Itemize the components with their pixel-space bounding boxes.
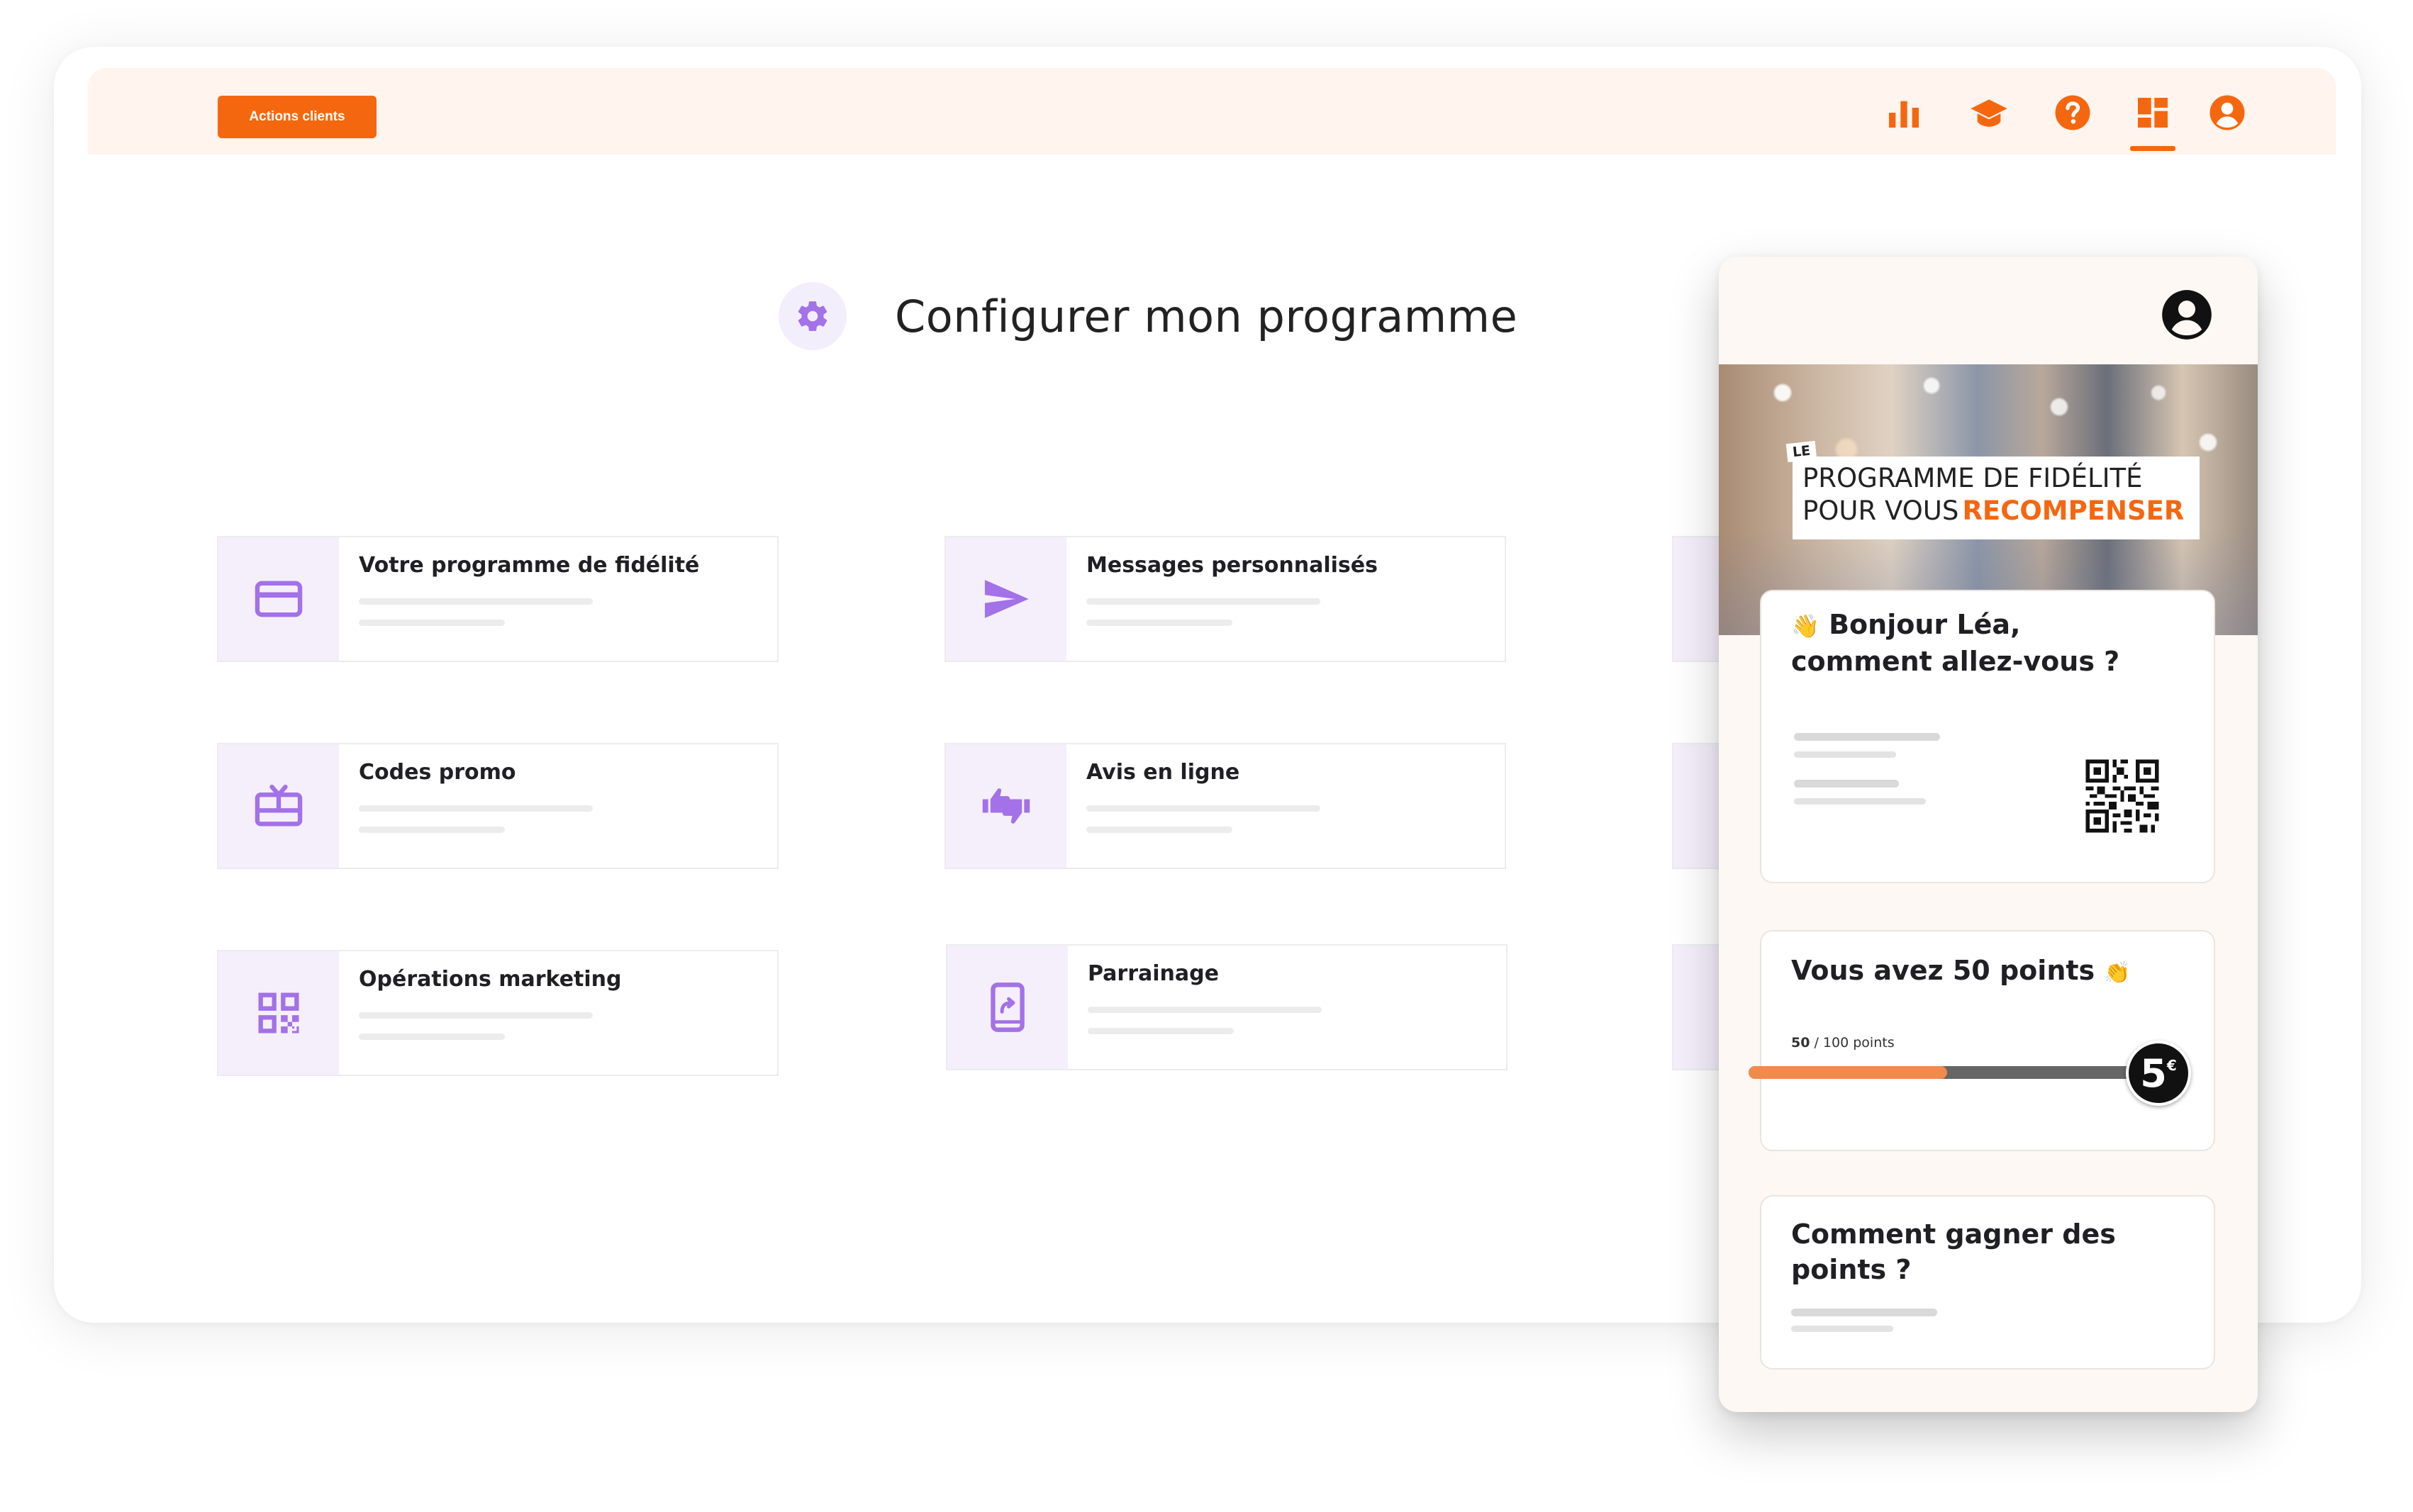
placeholder-line [359,827,505,833]
placeholder-line [1088,1028,1234,1034]
placeholder-line [359,620,505,626]
card-label: Votre programme de fidélité [359,553,700,578]
graduation-cap-icon[interactable] [1967,91,2011,135]
placeholder-line [359,1034,505,1040]
placeholder-line [1086,598,1320,605]
greeting-card: 👋 Bonjour Léa, comment allez-vous ? [1760,590,2215,883]
placeholder-line [1086,827,1232,833]
clap-emoji: 👏 [2104,961,2131,985]
qr-code-icon[interactable] [2082,756,2163,836]
placeholder-line [359,1012,593,1019]
card-loyalty-program[interactable]: Votre programme de fidélité [217,536,779,662]
help-icon[interactable] [2051,91,2095,135]
card-marketing-operations[interactable]: Opérations marketing [217,950,779,1076]
settings-gear-icon [779,282,847,350]
wave-emoji: 👋 [1791,612,1819,639]
placeholder-line [1088,1007,1322,1013]
thumbs-up-down-icon [982,788,1030,824]
card-online-reviews[interactable]: Avis en ligne [944,743,1506,869]
placeholder-line [359,598,593,605]
earn-title-line1: Comment gagner des [1791,1219,2116,1250]
bar-chart-icon[interactable] [1882,91,1926,135]
points-progress-fill [1749,1066,1947,1079]
placeholder-line [1794,733,1940,741]
mobile-preview: LE PROGRAMME DE FIDÉLITÉ POUR VOUS RECOM… [1719,257,2258,1412]
card-label: Opérations marketing [359,967,622,992]
placeholder-line [1791,1326,1893,1332]
card-referral[interactable]: Parrainage [946,944,1508,1070]
card-label: Parrainage [1088,961,1219,986]
placeholder-line [1086,805,1320,812]
send-icon [984,580,1029,618]
earn-points-card[interactable]: Comment gagner des points ? [1760,1195,2215,1370]
dashboard-icon[interactable] [2131,91,2175,135]
placeholder-line [1794,751,1896,758]
greeting-line2: comment allez-vous ? [1791,646,2120,677]
card-label: Messages personnalisés [1086,553,1378,578]
active-nav-indicator [2130,146,2175,151]
points-title: Vous avez 50 points [1791,955,2095,986]
placeholder-line [1794,780,1899,788]
card-personalized-messages[interactable]: Messages personnalisés [944,536,1506,662]
qr-code-icon [258,992,299,1034]
gift-card-icon [255,784,303,827]
earn-title-line2: points ? [1791,1254,1912,1285]
placeholder-line [1791,1309,1937,1316]
credit-card-icon [255,581,303,617]
points-progress-text: 50 / 100 points [1791,1035,1895,1051]
card-promo-codes[interactable]: Codes promo [217,743,779,869]
page-title: Configurer mon programme [895,291,1518,342]
share-phone-icon [991,982,1025,1032]
points-card: Vous avez 50 points 👏 50 / 100 points [1760,930,2215,1151]
banner-tagline: PROGRAMME DE FIDÉLITÉ POUR VOUS RECOMPEN… [1793,457,2200,539]
greeting-line1: Bonjour Léa, [1829,609,2021,640]
account-icon[interactable] [2205,91,2249,135]
account-icon[interactable] [2160,288,2214,342]
card-label: Codes promo [359,760,516,785]
placeholder-line [359,805,593,812]
actions-clients-button[interactable]: Actions clients [218,96,377,138]
placeholder-line [1794,798,1926,805]
placeholder-line [1086,620,1232,626]
card-label: Avis en ligne [1086,760,1240,785]
points-progress-bar [1749,1066,2146,1079]
reward-coin: 5 € [2126,1041,2191,1106]
